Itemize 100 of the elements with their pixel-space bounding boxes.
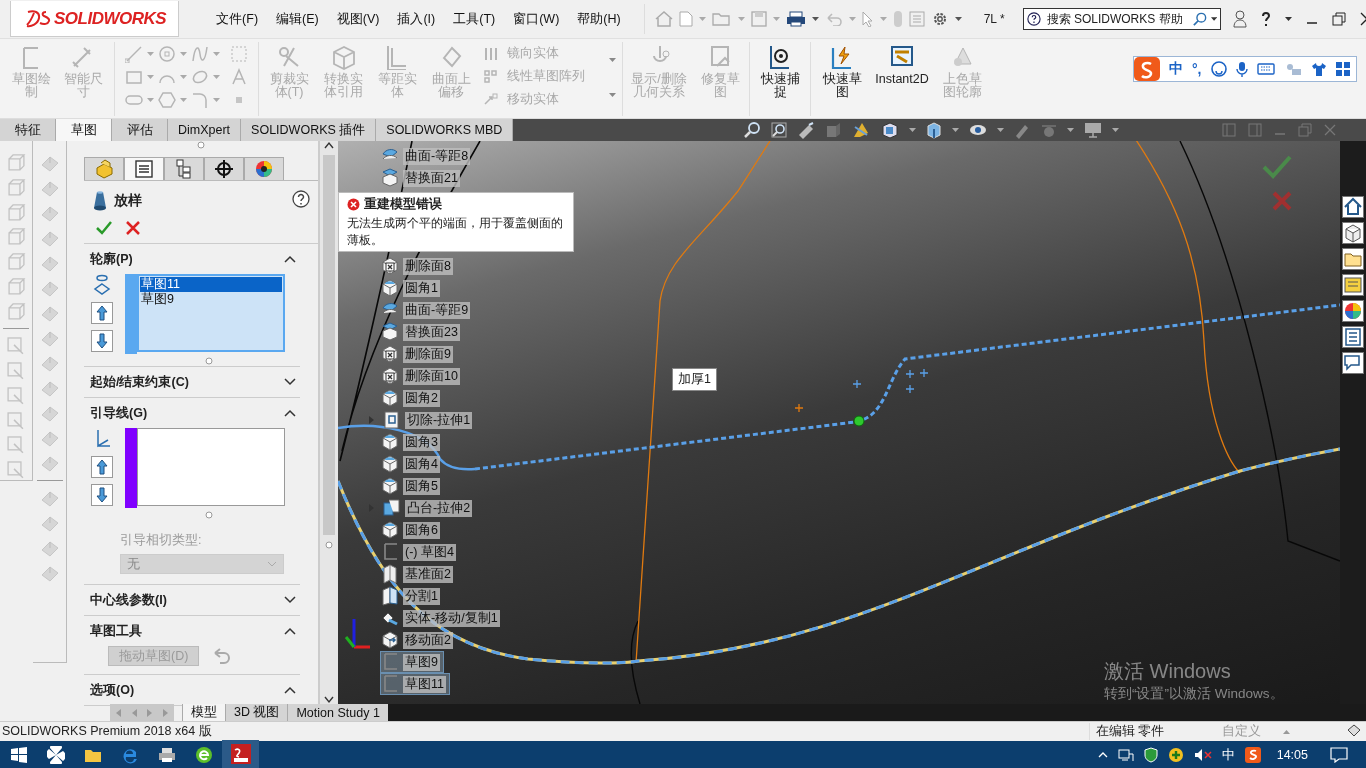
move-down-button[interactable] [91, 330, 113, 352]
view-tab[interactable]: Motion Study 1 [287, 704, 388, 721]
save-icon[interactable] [750, 11, 767, 27]
ribbon-tool[interactable]: Instant2D [871, 42, 933, 114]
menu-item[interactable]: 文件(F) [207, 10, 268, 28]
spline-icon[interactable] [191, 45, 209, 63]
new-document-icon[interactable] [678, 11, 693, 27]
scroll-down-icon[interactable] [324, 696, 335, 704]
printer-icon[interactable] [157, 747, 176, 763]
app-icon[interactable] [230, 744, 251, 764]
panel-tab[interactable] [244, 157, 284, 180]
shield-icon[interactable] [1143, 747, 1158, 763]
caret-icon[interactable] [1284, 17, 1292, 21]
wireframe-cube-icon[interactable] [6, 301, 26, 322]
rectangle-icon[interactable] [125, 68, 143, 86]
sketch-point[interactable] [853, 415, 865, 427]
command-tab[interactable]: 评估 [112, 119, 168, 141]
help-icon[interactable] [292, 190, 311, 208]
feature-tree-item[interactable]: 圆角6 [380, 519, 444, 541]
panel-tab[interactable] [124, 157, 164, 180]
globe-e-icon[interactable] [194, 746, 213, 764]
cursor-arrow-icon[interactable] [861, 11, 874, 27]
command-tab[interactable]: 特征 [0, 119, 56, 141]
nav-previous-icon[interactable] [130, 707, 138, 718]
command-tab[interactable]: 草图 [56, 119, 112, 141]
color-wheel-icon[interactable] [1342, 300, 1364, 322]
comments-icon[interactable] [1342, 352, 1364, 374]
caret-up-icon[interactable] [1283, 729, 1290, 734]
feature-tree-item[interactable]: 圆角3 [380, 431, 444, 453]
feature-tree-item[interactable]: 草图9 [380, 651, 444, 673]
panel-tab[interactable] [204, 157, 244, 180]
scroll-up-icon[interactable] [324, 141, 335, 149]
start-icon[interactable] [10, 747, 27, 763]
folder-icon[interactable] [1342, 248, 1364, 270]
undo-icon[interactable] [824, 12, 843, 26]
ellipse-icon[interactable] [191, 68, 209, 86]
selection-list[interactable] [137, 428, 285, 506]
notification-icon[interactable] [1330, 747, 1348, 763]
shirt-icon[interactable] [1310, 62, 1327, 76]
input-method-logo-icon[interactable] [1134, 57, 1160, 81]
sketch-tool-icon[interactable] [6, 435, 26, 456]
wireframe-cube-icon[interactable] [6, 153, 26, 173]
scrollbar-thumb[interactable] [323, 155, 336, 535]
command-tab[interactable]: SOLIDWORKS MBD [376, 119, 514, 141]
hide-show-icon[interactable] [968, 123, 989, 137]
smiley-icon[interactable] [1210, 61, 1227, 77]
volume-muted-icon[interactable] [1193, 748, 1212, 762]
confirm-check-icon[interactable] [1262, 155, 1292, 179]
view-tab[interactable]: 模型 [182, 704, 225, 721]
tile-left-icon[interactable] [1222, 123, 1236, 137]
palette-icon[interactable] [1342, 274, 1364, 296]
menu-item[interactable]: 窗口(W) [504, 10, 569, 28]
feature-tree-item[interactable]: 草图11 [380, 673, 450, 695]
open-folder-icon[interactable] [711, 11, 732, 27]
section-header[interactable]: 引导线(G) [84, 398, 301, 428]
menu-item[interactable]: 工具(T) [444, 10, 505, 28]
tile-right-icon[interactable] [1248, 123, 1262, 137]
feature-tree-item[interactable]: 圆角1 [380, 277, 444, 299]
ok-check-icon[interactable] [96, 221, 112, 235]
resize-grip-icon[interactable] [205, 357, 214, 365]
panel-tab[interactable] [164, 157, 204, 180]
ribbon-tool[interactable]: 快速捕捉 [756, 42, 804, 114]
sketch-tool-icon[interactable] [6, 361, 26, 381]
move-up-button[interactable] [91, 302, 113, 324]
resize-grip-icon[interactable] [197, 141, 206, 149]
view-orientation-icon[interactable] [880, 121, 901, 139]
cube-icon[interactable] [1342, 222, 1364, 244]
restore-icon[interactable] [1331, 12, 1346, 26]
sketch-tool-icon[interactable] [6, 385, 26, 406]
command-tab[interactable]: SOLIDWORKS 插件 [241, 119, 377, 141]
cancel-x-icon[interactable] [126, 221, 140, 235]
section-header[interactable]: 起始/结束约束(C) [84, 367, 301, 397]
user-icon[interactable] [1232, 10, 1247, 28]
caret-icon[interactable] [811, 17, 819, 21]
section-header[interactable]: 选项(O) [84, 675, 301, 705]
expand-triangle-icon[interactable] [369, 416, 374, 424]
menu-item[interactable]: 帮助(H) [568, 10, 630, 28]
section-header[interactable]: 草图工具 [84, 616, 301, 646]
input-method-icon[interactable] [1244, 747, 1261, 763]
zoom-to-fit-icon[interactable] [743, 121, 762, 139]
resize-grip-icon[interactable] [205, 511, 214, 519]
ime-mode[interactable]: 中 [1169, 60, 1183, 78]
line-icon[interactable] [125, 45, 143, 63]
resize-grip-icon[interactable] [325, 541, 334, 549]
section-header[interactable]: 轮廓(P) [84, 244, 301, 274]
microphone-icon[interactable] [1235, 61, 1248, 77]
sketch-tool-icon[interactable] [6, 410, 26, 431]
feature-tree-item[interactable]: 圆角2 [380, 387, 444, 409]
move-up-button[interactable] [91, 456, 113, 478]
properties-icon[interactable] [1342, 326, 1364, 348]
wireframe-cube-icon[interactable] [6, 177, 26, 198]
sketch-tool-icon[interactable] [6, 460, 26, 480]
ime-punctuation[interactable]: °, [1192, 61, 1202, 77]
search-icon[interactable] [1192, 11, 1207, 27]
help-icon[interactable] [1260, 11, 1271, 27]
circle-icon[interactable] [158, 45, 176, 63]
keyboard-icon[interactable] [1256, 63, 1275, 75]
tray-expand-icon[interactable] [1097, 752, 1108, 758]
nav-last-icon[interactable] [162, 707, 170, 718]
caret-icon[interactable] [1210, 17, 1217, 21]
